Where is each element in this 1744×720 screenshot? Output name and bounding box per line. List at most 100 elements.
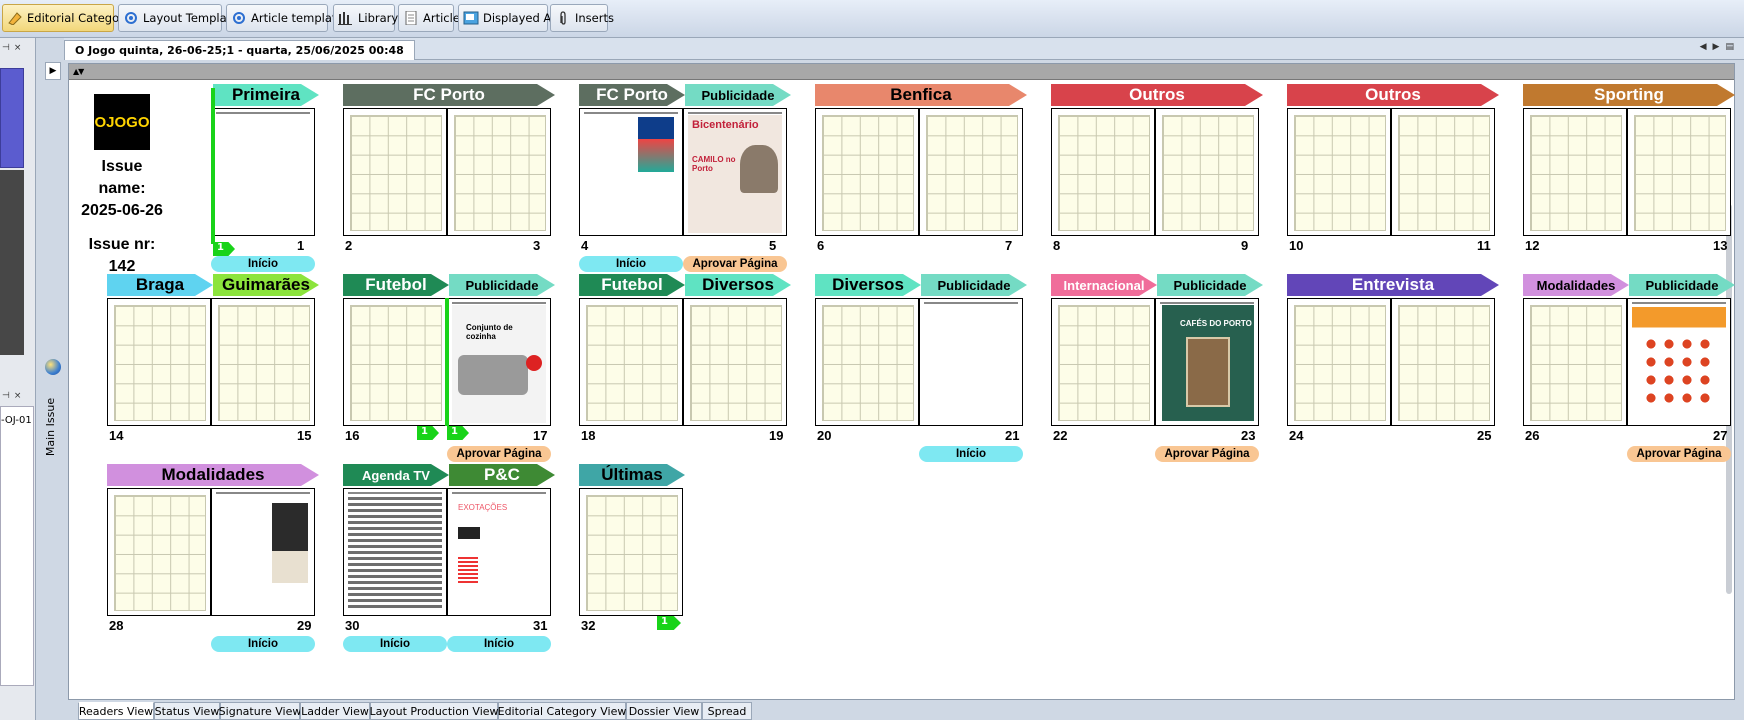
close-icon[interactable]: × bbox=[14, 391, 22, 401]
page-19[interactable] bbox=[683, 298, 787, 426]
status-pill-aprovar[interactable]: Aprovar Página bbox=[683, 256, 787, 272]
category-banner[interactable]: Benfica bbox=[815, 84, 1027, 106]
tab-dossier-view[interactable]: Dossier View bbox=[626, 702, 702, 720]
page-1[interactable] bbox=[211, 108, 315, 236]
page-26[interactable] bbox=[1523, 298, 1627, 426]
status-pill-inicio[interactable]: Início bbox=[919, 446, 1023, 462]
tab-ladder-view[interactable]: Ladder View bbox=[300, 702, 370, 720]
expand-triangles-icon[interactable]: ▲▼ bbox=[73, 67, 84, 76]
editorial-categories-button[interactable]: Editorial Categories bbox=[2, 4, 140, 32]
category-banner[interactable]: Futebol bbox=[579, 274, 685, 296]
page-23[interactable]: CAFÉS DO PORTO bbox=[1155, 298, 1259, 426]
issue-list-item[interactable]: -OJ-01 bbox=[1, 407, 33, 426]
tab-status-view[interactable]: Status View bbox=[154, 702, 220, 720]
inserts-button[interactable]: Inserts bbox=[550, 4, 614, 32]
page-17[interactable]: Conjunto de cozinha bbox=[447, 298, 551, 426]
category-banner[interactable]: Publicidade bbox=[685, 84, 791, 106]
status-pill-aprovar[interactable]: Aprovar Página bbox=[1627, 446, 1731, 462]
tab-signature-view[interactable]: Signature View bbox=[219, 702, 301, 720]
article-button[interactable]: Article bbox=[398, 4, 460, 32]
category-banner[interactable]: Publicidade bbox=[449, 274, 555, 296]
page-grid bbox=[1398, 115, 1490, 231]
close-icon[interactable]: × bbox=[14, 43, 22, 53]
category-banner[interactable]: Agenda TV bbox=[343, 464, 449, 486]
status-pill-aprovar[interactable]: Aprovar Página bbox=[1155, 446, 1259, 462]
page-number: 31 bbox=[533, 618, 548, 633]
pin-icon[interactable]: ⊣ bbox=[2, 43, 10, 53]
page-24[interactable] bbox=[1287, 298, 1391, 426]
status-pill-inicio[interactable]: Início bbox=[579, 256, 683, 272]
page-9[interactable] bbox=[1155, 108, 1259, 236]
green-flag-marker[interactable]: 1 bbox=[213, 242, 235, 256]
tab-layout-production-view[interactable]: Layout Production View bbox=[370, 702, 499, 720]
page-32[interactable] bbox=[579, 488, 683, 616]
page-25[interactable] bbox=[1391, 298, 1495, 426]
page-3[interactable] bbox=[447, 108, 551, 236]
preview-thumbnail[interactable] bbox=[0, 68, 24, 168]
page-13[interactable] bbox=[1627, 108, 1731, 236]
page-16[interactable] bbox=[343, 298, 447, 426]
category-banner[interactable]: Publicidade bbox=[1629, 274, 1735, 296]
status-pill-inicio[interactable]: Início bbox=[447, 636, 551, 652]
category-banner[interactable]: Entrevista bbox=[1287, 274, 1499, 296]
status-pill-inicio[interactable]: Início bbox=[211, 256, 315, 272]
displayed-ads-button[interactable]: Displayed Ads bbox=[458, 4, 564, 32]
page-28[interactable] bbox=[107, 488, 211, 616]
page-21[interactable] bbox=[919, 298, 1023, 426]
collapse-toggle[interactable]: ▶ bbox=[45, 62, 61, 80]
document-tab[interactable]: O Jogo quinta, 26-06-25;1 - quarta, 25/0… bbox=[64, 40, 415, 60]
category-banner[interactable]: Publicidade bbox=[921, 274, 1027, 296]
globe-icon[interactable] bbox=[45, 359, 61, 375]
tab-spread[interactable]: Spread bbox=[702, 702, 752, 720]
page-2[interactable] bbox=[343, 108, 447, 236]
category-banner[interactable]: Guimarães bbox=[213, 274, 319, 296]
page-27[interactable] bbox=[1627, 298, 1731, 426]
page-29[interactable] bbox=[211, 488, 315, 616]
status-pill-aprovar[interactable]: Aprovar Página bbox=[447, 446, 551, 462]
category-banner[interactable]: P&C bbox=[449, 464, 555, 486]
page-7[interactable] bbox=[919, 108, 1023, 236]
status-pill-inicio[interactable]: Início bbox=[211, 636, 315, 652]
article-templates-button[interactable]: Article templates bbox=[226, 4, 349, 32]
category-banner[interactable]: FC Porto bbox=[343, 84, 555, 106]
category-banner[interactable]: Outros bbox=[1051, 84, 1263, 106]
category-banner[interactable]: Modalidades bbox=[107, 464, 319, 486]
page-4[interactable] bbox=[579, 108, 683, 236]
green-flag-marker[interactable]: 1 bbox=[657, 616, 681, 630]
green-flag-marker[interactable]: 1 bbox=[447, 426, 469, 440]
pin-icon[interactable]: ⊣ bbox=[2, 391, 10, 401]
page-18[interactable] bbox=[579, 298, 683, 426]
page-14[interactable] bbox=[107, 298, 211, 426]
page-8[interactable] bbox=[1051, 108, 1155, 236]
page-22[interactable] bbox=[1051, 298, 1155, 426]
category-banner[interactable]: Publicidade bbox=[1157, 274, 1263, 296]
page-15[interactable] bbox=[211, 298, 315, 426]
page-5[interactable]: Bicentenário CAMILO no Porto bbox=[683, 108, 787, 236]
category-banner[interactable]: Modalidades bbox=[1523, 274, 1629, 296]
page-12[interactable] bbox=[1523, 108, 1627, 236]
category-banner[interactable]: Primeira bbox=[213, 84, 319, 106]
page-10[interactable] bbox=[1287, 108, 1391, 236]
tab-readers-view[interactable]: Readers View bbox=[78, 702, 154, 720]
page-30[interactable] bbox=[343, 488, 447, 616]
category-banner[interactable]: Futebol bbox=[343, 274, 449, 296]
library-button[interactable]: Library bbox=[333, 4, 398, 32]
category-banner[interactable]: Internacional bbox=[1051, 274, 1157, 296]
category-banner[interactable]: FC Porto bbox=[579, 84, 685, 106]
page-31[interactable]: EXOTAÇÕES bbox=[447, 488, 551, 616]
tab-editorial-category-view[interactable]: Editorial Category View bbox=[498, 702, 626, 720]
category-banner[interactable]: Outros bbox=[1287, 84, 1499, 106]
main-issue-vertical-tab[interactable]: Main Issue bbox=[44, 382, 60, 472]
page-20[interactable] bbox=[815, 298, 919, 426]
status-pill-inicio[interactable]: Início bbox=[343, 636, 447, 652]
layout-templates-button[interactable]: Layout Templates bbox=[118, 4, 244, 32]
category-banner[interactable]: Últimas bbox=[579, 464, 685, 486]
category-banner[interactable]: Diversos bbox=[685, 274, 791, 296]
category-banner[interactable]: Braga bbox=[107, 274, 213, 296]
page-6[interactable] bbox=[815, 108, 919, 236]
category-banner[interactable]: Diversos bbox=[815, 274, 921, 296]
page-11[interactable] bbox=[1391, 108, 1495, 236]
category-banner[interactable]: Sporting bbox=[1523, 84, 1735, 106]
tab-navigation-arrows[interactable]: ◀▶▤ bbox=[1700, 42, 1740, 52]
green-flag-marker[interactable]: 1 bbox=[417, 426, 439, 440]
